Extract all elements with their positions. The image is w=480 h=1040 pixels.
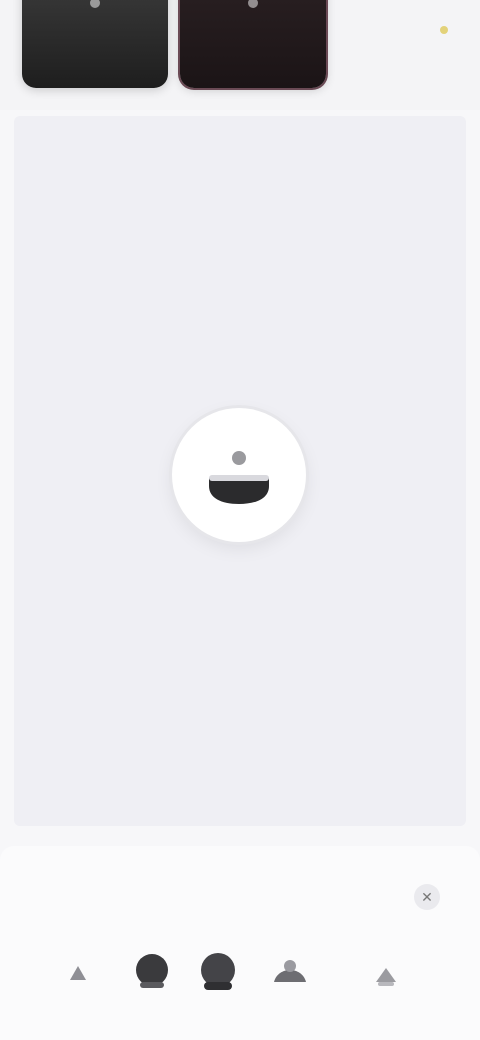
tool-c-button[interactable] (190, 944, 246, 1000)
tool-e-icon (376, 968, 396, 986)
tool-b-icon (136, 954, 168, 988)
tool-c-icon (201, 953, 235, 990)
tool-a-icon (70, 966, 86, 980)
template-strip (0, 0, 480, 110)
editor-canvas[interactable] (14, 116, 466, 826)
status-dot (440, 26, 448, 34)
thumbnail-icon (248, 0, 258, 8)
add-subject-button[interactable] (172, 408, 306, 542)
close-icon[interactable]: ✕ (414, 884, 440, 910)
tool-d-button[interactable] (262, 944, 318, 1000)
sheet-title (40, 886, 150, 906)
thumbnail-icon (90, 0, 100, 8)
tool-d-icon (274, 960, 306, 982)
tool-row (50, 944, 430, 1004)
template-thumbnail-1[interactable] (22, 0, 168, 88)
user-add-icon (209, 451, 269, 504)
tool-e-button[interactable] (358, 944, 414, 1000)
tool-a-button[interactable] (50, 944, 106, 1000)
tool-b-button[interactable] (124, 944, 180, 1000)
app-screen: ✕ (0, 0, 480, 1040)
template-thumbnail-2[interactable] (180, 0, 326, 88)
tools-sheet: ✕ (0, 846, 480, 1040)
